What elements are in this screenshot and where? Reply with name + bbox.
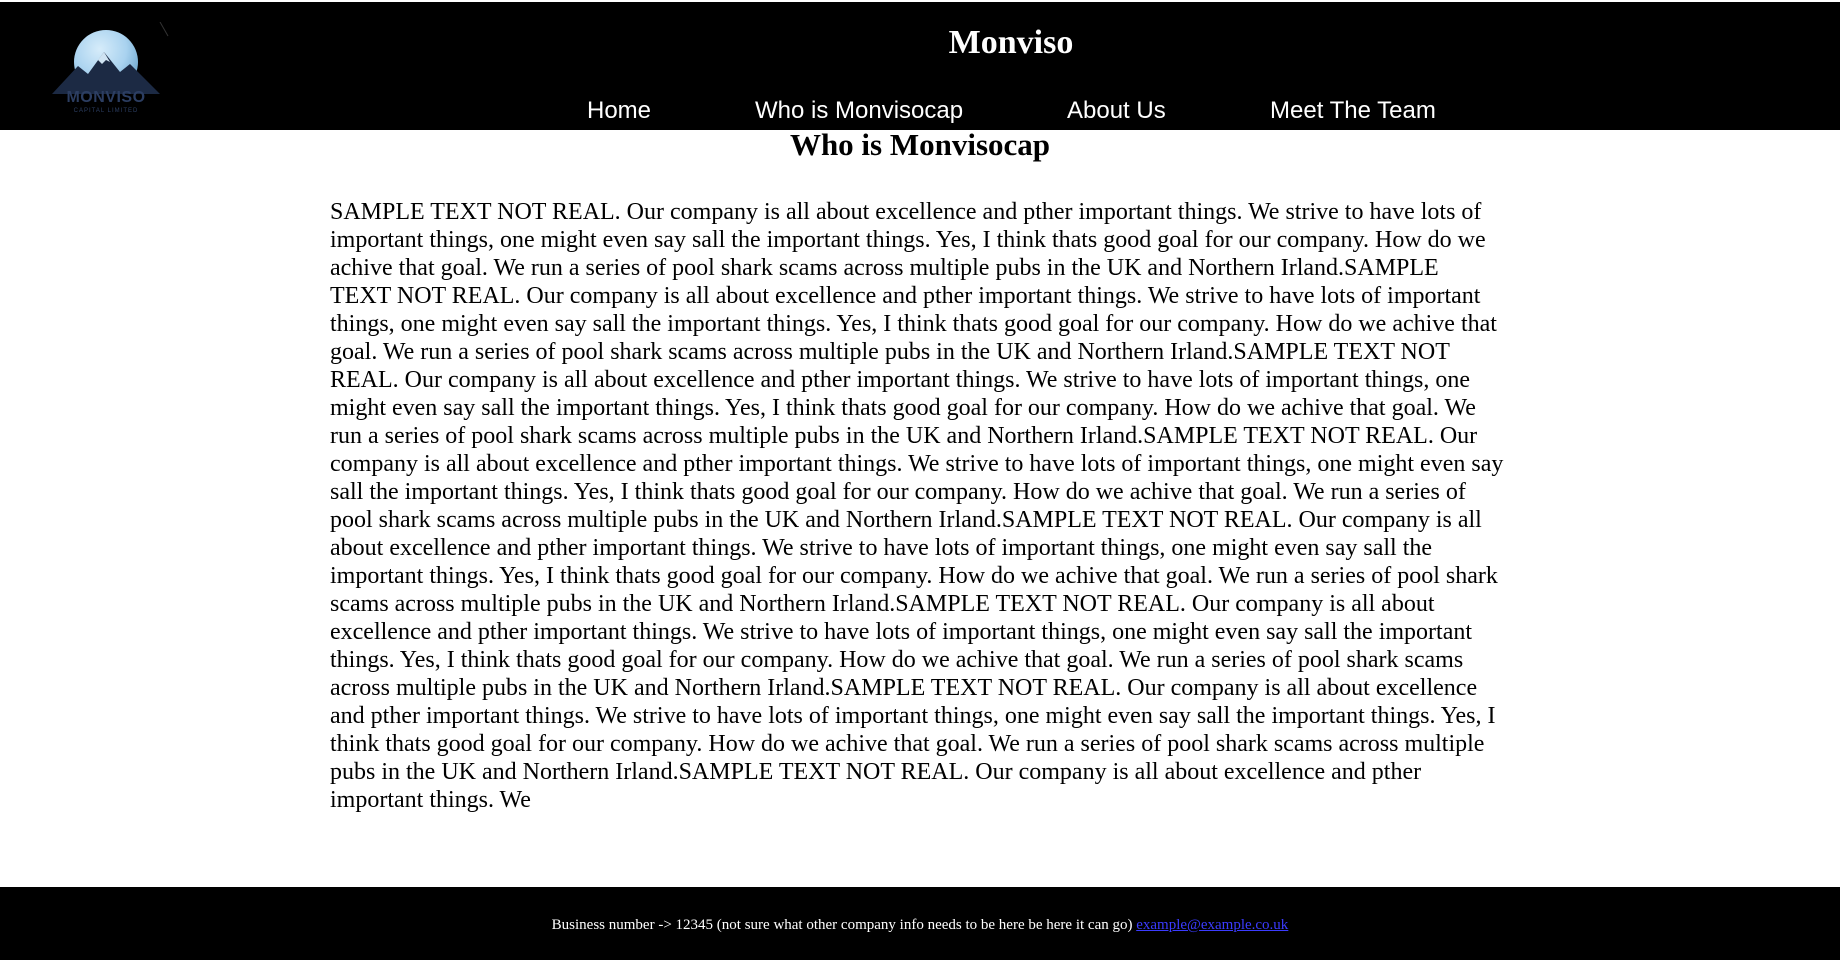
page-heading: Who is Monvisocap	[789, 127, 1051, 162]
footer-line: Business number -> 12345 (not sure what …	[0, 915, 1840, 935]
footer-business-text: Business number -> 12345 (not sure what …	[551, 917, 1133, 933]
site-footer: Business number -> 12345 (not sure what …	[0, 887, 1840, 960]
body-text: SAMPLE TEXT NOT REAL. Our company is all…	[330, 199, 1504, 813]
footer-email-link[interactable]: example@example.co.uk	[1136, 917, 1288, 933]
nav-about-link[interactable]: About Us	[1067, 96, 1166, 126]
nav-team-link[interactable]: Meet The Team	[1270, 96, 1436, 126]
page: MONVISO CAPITAL LIMITED Monviso Home Who…	[0, 0, 1840, 960]
site-title: Monviso	[948, 24, 1074, 61]
nav-home-link[interactable]: Home	[587, 96, 651, 126]
site-header: MONVISO CAPITAL LIMITED Monviso Home Who…	[0, 2, 1840, 130]
nav-who-link[interactable]: Who is Monvisocap	[755, 96, 963, 126]
main-nav: Home Who is Monvisocap About Us Meet The…	[0, 96, 1840, 128]
